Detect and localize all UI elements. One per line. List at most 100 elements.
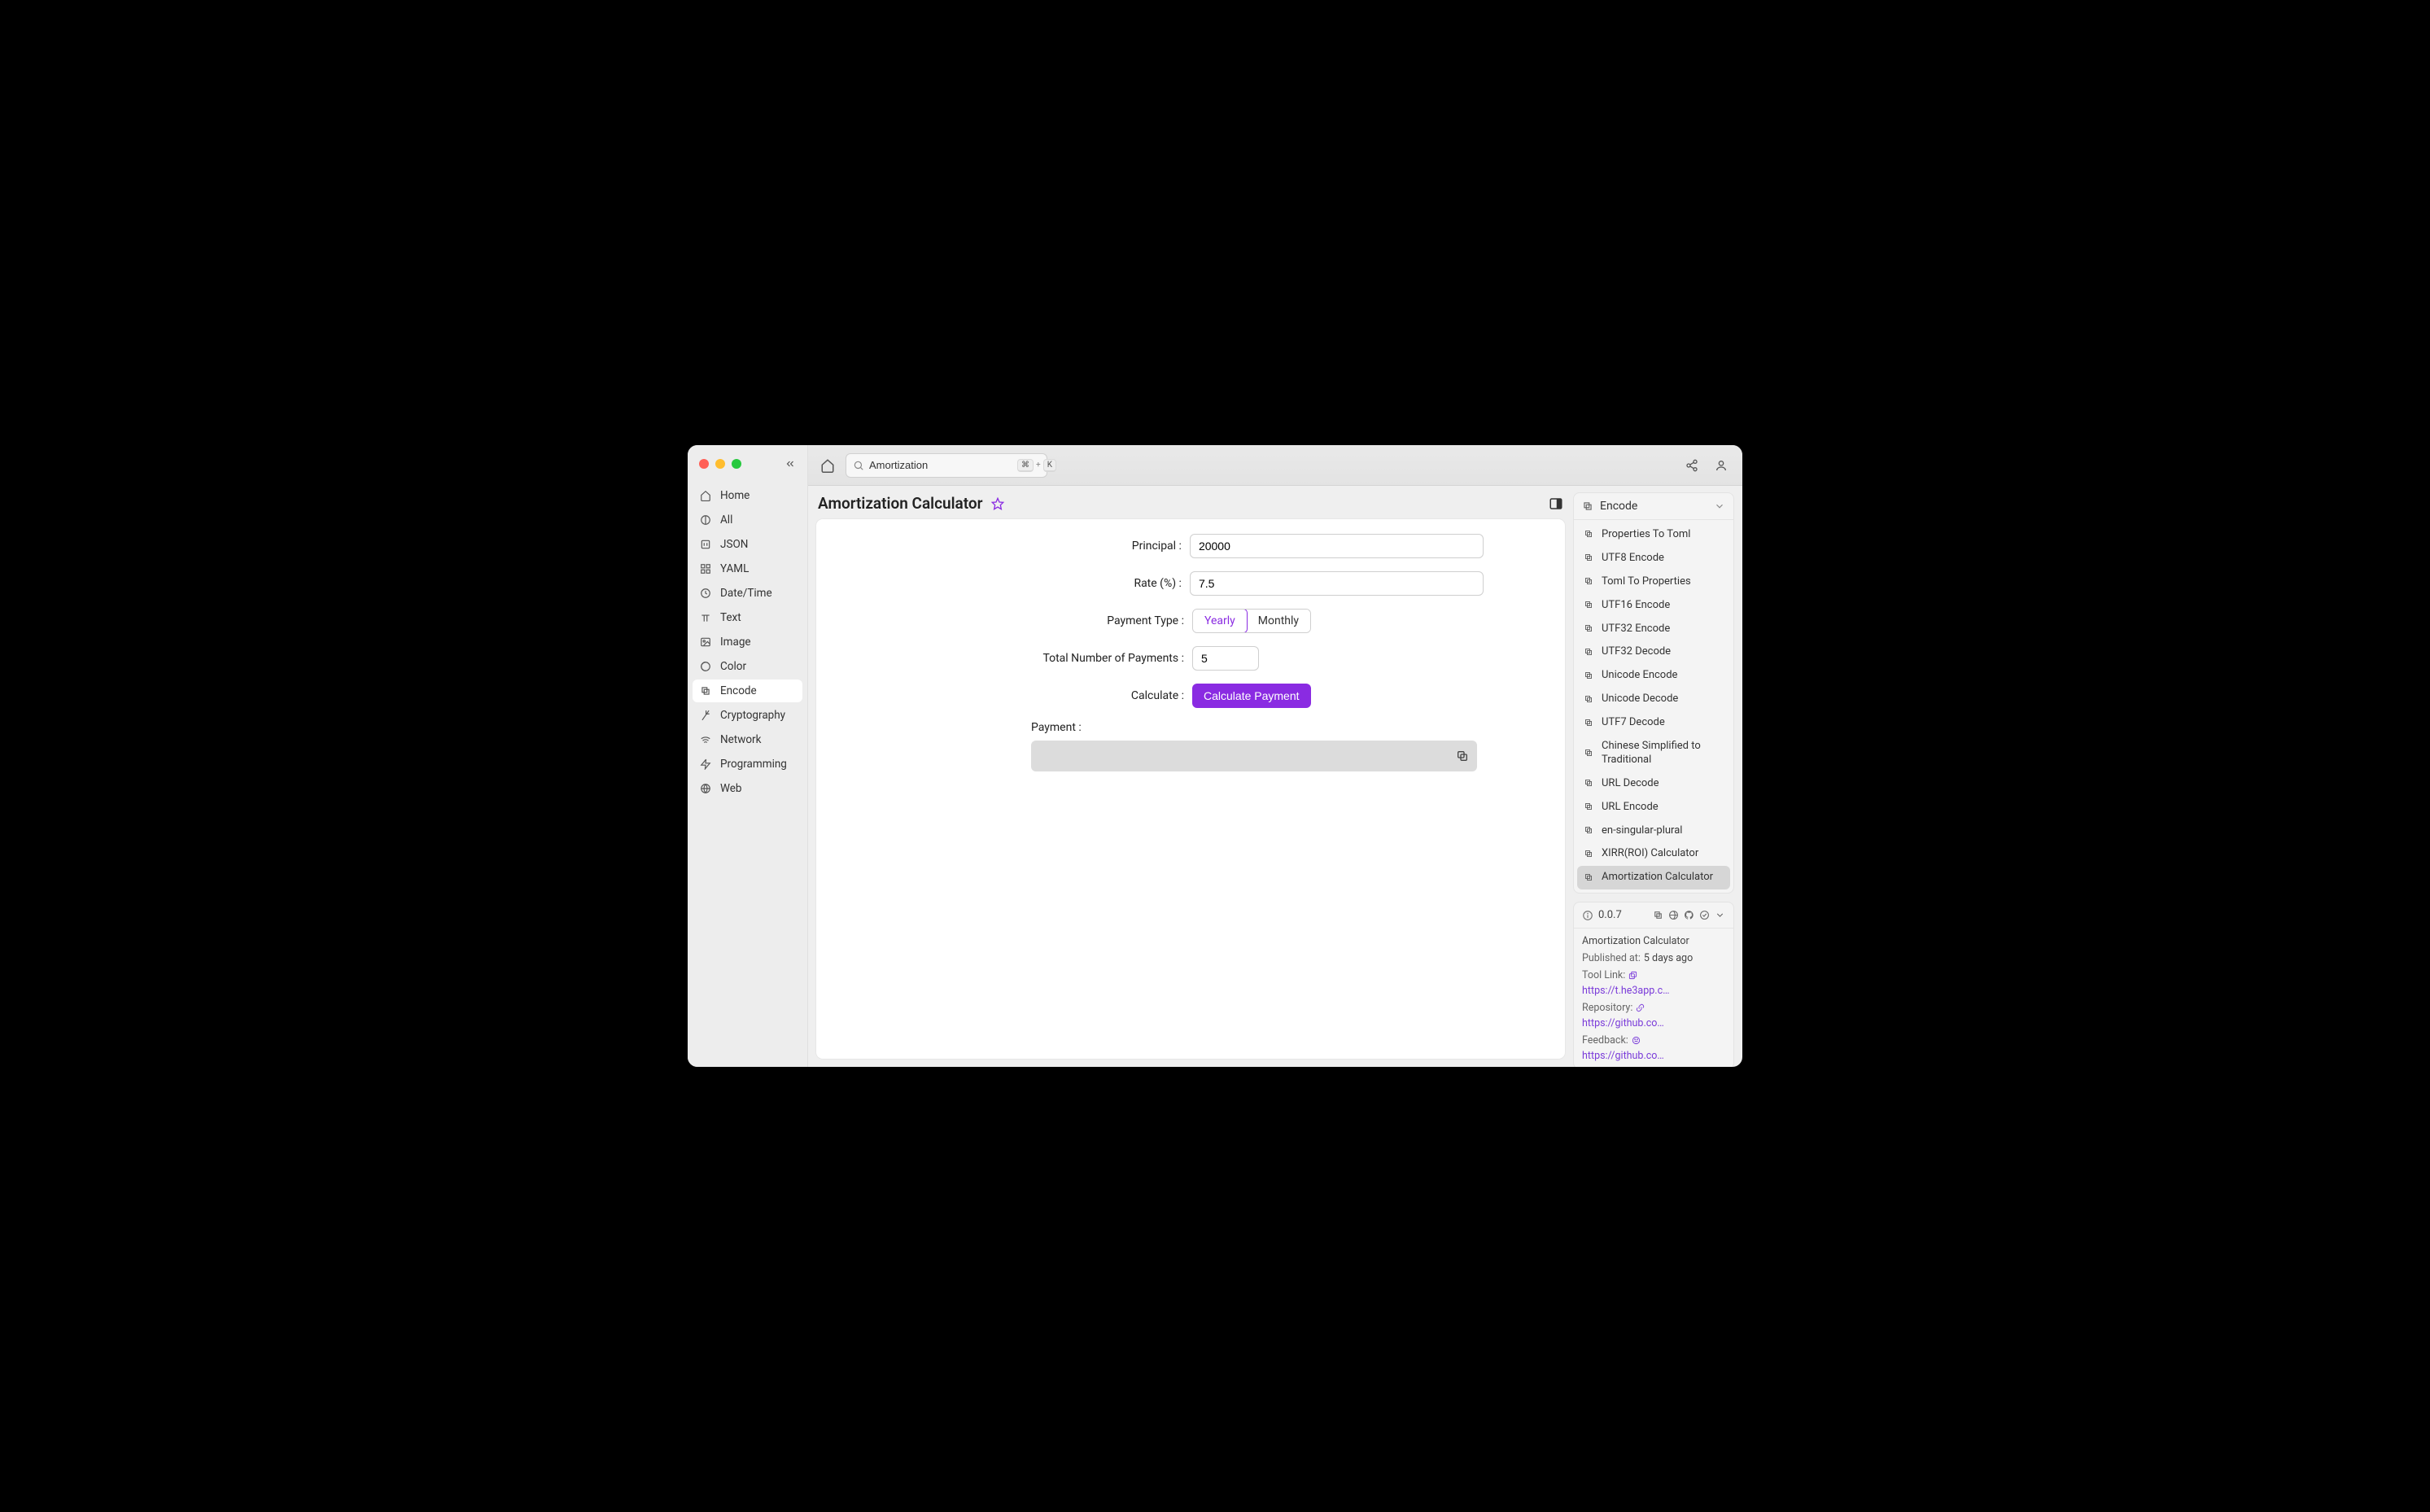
sidebar-item-network[interactable]: Network bbox=[693, 728, 802, 751]
sidebar-item-web[interactable]: Web bbox=[693, 777, 802, 800]
link-icon bbox=[1632, 1036, 1641, 1045]
row-principal: Principal bbox=[898, 534, 1484, 558]
sidebar-item-cryptography[interactable]: Cryptography bbox=[693, 704, 802, 727]
sidebar-item-label: Date/Time bbox=[720, 587, 772, 600]
link-icon bbox=[1636, 1003, 1645, 1012]
sidebar-item-json[interactable]: JSON bbox=[693, 533, 802, 556]
topbar: ⌘ + K bbox=[808, 445, 1742, 486]
feedback-link[interactable]: https://github.com/… bbox=[1582, 1050, 1672, 1062]
star-icon[interactable] bbox=[991, 497, 1004, 510]
label-principal: Principal bbox=[898, 540, 1182, 553]
tool-list-header[interactable]: Encode bbox=[1574, 493, 1733, 520]
info-header-icons bbox=[1653, 910, 1725, 920]
tool-item[interactable]: URL Encode bbox=[1577, 796, 1730, 819]
share-icon[interactable] bbox=[1682, 456, 1702, 475]
sidebar-item-label: Encode bbox=[720, 684, 757, 697]
copy-icon[interactable] bbox=[1653, 910, 1663, 920]
globe-icon[interactable] bbox=[1668, 910, 1679, 920]
sidebar-item-label: JSON bbox=[720, 538, 748, 551]
tool-item[interactable]: UTF8 Encode bbox=[1577, 547, 1730, 570]
info-icon bbox=[1582, 910, 1593, 921]
window-close-dot[interactable] bbox=[699, 459, 709, 469]
all-icon bbox=[699, 513, 712, 527]
tool-item[interactable]: Unicode Encode bbox=[1577, 664, 1730, 688]
panel-toggle-icon[interactable] bbox=[1549, 496, 1563, 511]
info-name-text: Amortization Calculator bbox=[1582, 935, 1689, 947]
tool-item[interactable]: XIRR(ROI) Calculator bbox=[1577, 842, 1730, 866]
cryptography-icon bbox=[699, 709, 712, 722]
search-box[interactable]: ⌘ + K bbox=[846, 453, 1047, 478]
tool-item[interactable]: UTF16 Encode bbox=[1577, 594, 1730, 618]
window-maximize-dot[interactable] bbox=[732, 459, 741, 469]
tool-item-label: UTF32 Encode bbox=[1602, 623, 1670, 636]
app-window: Home All JSON YAML Date/Time Text bbox=[688, 445, 1742, 1067]
check-icon[interactable] bbox=[1699, 910, 1710, 920]
tool-item[interactable]: Toml To Properties bbox=[1577, 570, 1730, 594]
sidebar-item-text[interactable]: Text bbox=[693, 606, 802, 629]
search-input[interactable] bbox=[869, 459, 1012, 471]
encode-icon bbox=[699, 684, 712, 697]
json-icon bbox=[699, 538, 712, 551]
tool-item-label: Unicode Encode bbox=[1602, 669, 1677, 683]
tool-item[interactable]: en-singular-plural bbox=[1577, 819, 1730, 843]
sidebar-item-all[interactable]: All bbox=[693, 509, 802, 531]
sidebar-item-home[interactable]: Home bbox=[693, 484, 802, 507]
tool-item[interactable]: UTF32 Encode bbox=[1577, 618, 1730, 641]
tool-item-active[interactable]: Amortization Calculator bbox=[1577, 866, 1730, 889]
sidebar-item-label: Network bbox=[720, 733, 761, 746]
sidebar-item-label: Text bbox=[720, 611, 741, 624]
info-published-value: 5 days ago bbox=[1644, 952, 1693, 964]
sidebar-collapse-icon[interactable] bbox=[785, 458, 796, 470]
sidebar-item-programming[interactable]: Programming bbox=[693, 753, 802, 776]
tool-item-label: XIRR(ROI) Calculator bbox=[1602, 847, 1698, 861]
tool-item[interactable]: Unicode Decode bbox=[1577, 688, 1730, 711]
home-button[interactable] bbox=[819, 457, 836, 474]
info-name: Amortization Calculator bbox=[1582, 935, 1725, 947]
segment-monthly[interactable]: Monthly bbox=[1247, 610, 1310, 632]
tool-icon bbox=[1584, 849, 1595, 860]
tool-link[interactable]: https://t.he3app.co… bbox=[1582, 985, 1672, 997]
sidebar-item-image[interactable]: Image bbox=[693, 631, 802, 653]
copy-icon[interactable] bbox=[1456, 749, 1469, 763]
total-payments-input[interactable] bbox=[1192, 646, 1259, 671]
tool-item[interactable]: Chinese Simplified to Traditional bbox=[1577, 735, 1730, 772]
tool-item-label: Amortization Calculator bbox=[1602, 871, 1713, 885]
version-text: 0.0.7 bbox=[1598, 909, 1622, 921]
user-icon[interactable] bbox=[1711, 456, 1731, 475]
tool-icon bbox=[1584, 647, 1595, 658]
sidebar-nav: Home All JSON YAML Date/Time Text bbox=[688, 479, 807, 805]
tool-list-title: Encode bbox=[1600, 500, 1637, 513]
segment-yearly[interactable]: Yearly bbox=[1192, 609, 1248, 633]
info-tool-link: Tool Link: https://t.he3app.co… bbox=[1582, 969, 1725, 997]
tool-item[interactable]: URL Decode bbox=[1577, 772, 1730, 796]
window-minimize-dot[interactable] bbox=[715, 459, 725, 469]
tool-item-label: URL Encode bbox=[1602, 801, 1659, 815]
sidebar-item-label: YAML bbox=[720, 562, 749, 575]
sidebar-item-color[interactable]: Color bbox=[693, 655, 802, 678]
tool-item[interactable]: UTF7 Decode bbox=[1577, 711, 1730, 735]
tool-item[interactable]: UTF32 Decode bbox=[1577, 640, 1730, 664]
tool-item-label: Toml To Properties bbox=[1602, 575, 1691, 589]
info-feedback: Feedback: https://github.com/… bbox=[1582, 1034, 1725, 1062]
tool-item[interactable]: Properties To Toml bbox=[1577, 523, 1730, 547]
encode-icon bbox=[1582, 500, 1593, 512]
sidebar-item-label: Programming bbox=[720, 758, 787, 771]
info-published: Published at: 5 days ago bbox=[1582, 952, 1725, 964]
globe-icon bbox=[699, 782, 712, 795]
repo-link[interactable]: https://github.com… bbox=[1582, 1017, 1672, 1029]
github-icon[interactable] bbox=[1684, 910, 1694, 920]
sidebar-item-datetime[interactable]: Date/Time bbox=[693, 582, 802, 605]
row-calculate: Calculate Calculate Payment bbox=[898, 684, 1484, 708]
rate-input[interactable] bbox=[1190, 571, 1484, 596]
chevron-down-icon[interactable] bbox=[1715, 910, 1725, 920]
link-icon bbox=[1628, 971, 1637, 980]
sidebar-item-encode[interactable]: Encode bbox=[693, 680, 802, 702]
tool-icon bbox=[1584, 600, 1595, 611]
content-main: Amortization Calculator Principal bbox=[816, 486, 1565, 1059]
sidebar-item-yaml[interactable]: YAML bbox=[693, 557, 802, 580]
tool-list-card: Encode Properties To Toml UTF8 Encode To… bbox=[1573, 492, 1734, 894]
calculate-button[interactable]: Calculate Payment bbox=[1192, 684, 1311, 708]
tool-icon bbox=[1584, 872, 1595, 884]
principal-input[interactable] bbox=[1190, 534, 1484, 558]
form: Principal Rate (%) Payment Type Yearly M… bbox=[898, 534, 1484, 771]
